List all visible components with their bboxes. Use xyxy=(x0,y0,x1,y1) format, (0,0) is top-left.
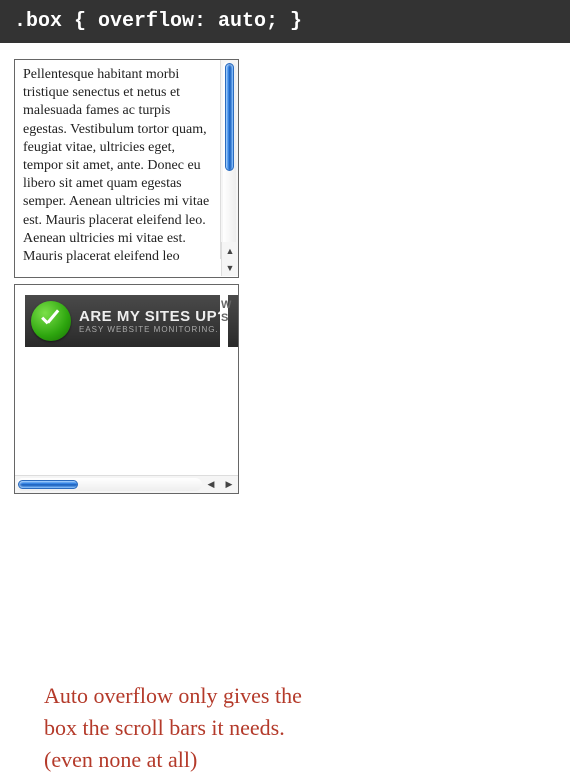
banner-title: ARE MY SITES UP? xyxy=(79,308,227,325)
scrollbar-thumb[interactable] xyxy=(18,480,78,489)
scrollbar-track[interactable] xyxy=(223,61,236,259)
text-overflow-box: Pellentesque habitant morbi tristique se… xyxy=(14,59,239,278)
scrollbar-arrows[interactable]: ▲ ▼ xyxy=(221,242,238,276)
annotation-line: box the scroll bars it needs. xyxy=(44,712,334,744)
banner-subtitle: EASY WEBSITE MONITORING. xyxy=(79,325,227,334)
arrow-up-icon[interactable]: ▲ xyxy=(226,246,235,256)
scrollbar-track[interactable] xyxy=(16,478,202,491)
arrow-left-icon[interactable]: ◀ xyxy=(208,479,215,490)
content-area: Pellentesque habitant morbi tristique se… xyxy=(0,43,570,75)
handwritten-annotation: Auto overflow only gives the box the scr… xyxy=(44,680,334,776)
horizontal-scrollbar[interactable]: ◀ ▶ xyxy=(15,475,238,493)
image-overflow-box: ARE MY SITES UP? EASY WEBSITE MONITORING… xyxy=(14,284,239,494)
arrow-right-icon[interactable]: ▶ xyxy=(226,479,233,490)
css-rule: .box { overflow: auto; } xyxy=(14,10,302,33)
vertical-scrollbar[interactable]: ▲ ▼ xyxy=(220,60,238,259)
clipped-tile: W S xyxy=(220,295,228,347)
code-header: .box { overflow: auto; } xyxy=(0,0,570,43)
demo-boxes: Pellentesque habitant morbi tristique se… xyxy=(14,59,239,494)
banner-text: ARE MY SITES UP? EASY WEBSITE MONITORING… xyxy=(79,308,227,334)
checkmark-icon xyxy=(31,301,71,341)
site-banner: ARE MY SITES UP? EASY WEBSITE MONITORING… xyxy=(25,295,238,347)
annotation-line: Auto overflow only gives the xyxy=(44,680,334,712)
scrollbar-thumb[interactable] xyxy=(225,63,234,171)
scrollbar-arrows[interactable]: ◀ ▶ xyxy=(202,476,238,493)
annotation-line: (even none at all) xyxy=(44,744,334,776)
banner-container: ARE MY SITES UP? EASY WEBSITE MONITORING… xyxy=(15,285,238,475)
lorem-text: Pellentesque habitant morbi tristique se… xyxy=(15,60,220,277)
arrow-down-icon[interactable]: ▼ xyxy=(226,263,235,273)
